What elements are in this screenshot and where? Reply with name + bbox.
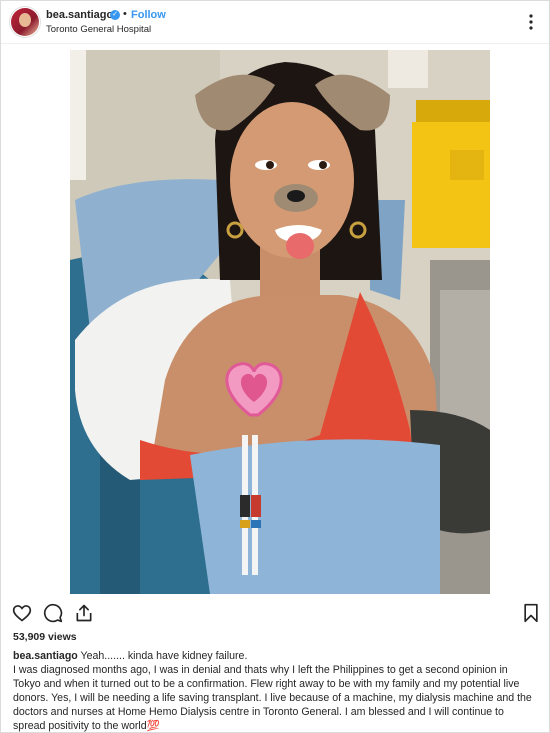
caption-username[interactable]: bea.santiago — [13, 650, 78, 662]
caption-body: I was diagnosed months ago, I was in den… — [13, 664, 532, 732]
comment-icon[interactable] — [43, 603, 63, 623]
more-options-icon[interactable] — [524, 13, 538, 31]
action-bar — [1, 599, 549, 629]
verified-badge-icon: ✓ — [110, 10, 120, 20]
view-count[interactable]: 53,909 views — [13, 631, 77, 643]
instagram-post: bea.santiago ✓ • Follow Toronto General … — [0, 0, 550, 733]
location-link[interactable]: Toronto General Hospital — [46, 24, 151, 35]
follow-button[interactable]: Follow — [131, 9, 166, 21]
photo-illustration — [70, 50, 490, 594]
share-icon[interactable] — [74, 603, 94, 623]
caption-first-line: Yeah....... kinda have kidney failure. — [80, 650, 248, 662]
post-header: bea.santiago ✓ • Follow Toronto General … — [1, 1, 549, 44]
username-link[interactable]: bea.santiago — [46, 9, 113, 21]
avatar[interactable] — [11, 8, 39, 36]
post-photo[interactable] — [70, 50, 490, 594]
separator-dot: • — [123, 8, 127, 20]
post-caption: bea.santiago Yeah....... kinda have kidn… — [13, 649, 538, 733]
heart-icon[interactable] — [12, 603, 32, 623]
bookmark-icon[interactable] — [521, 603, 541, 623]
